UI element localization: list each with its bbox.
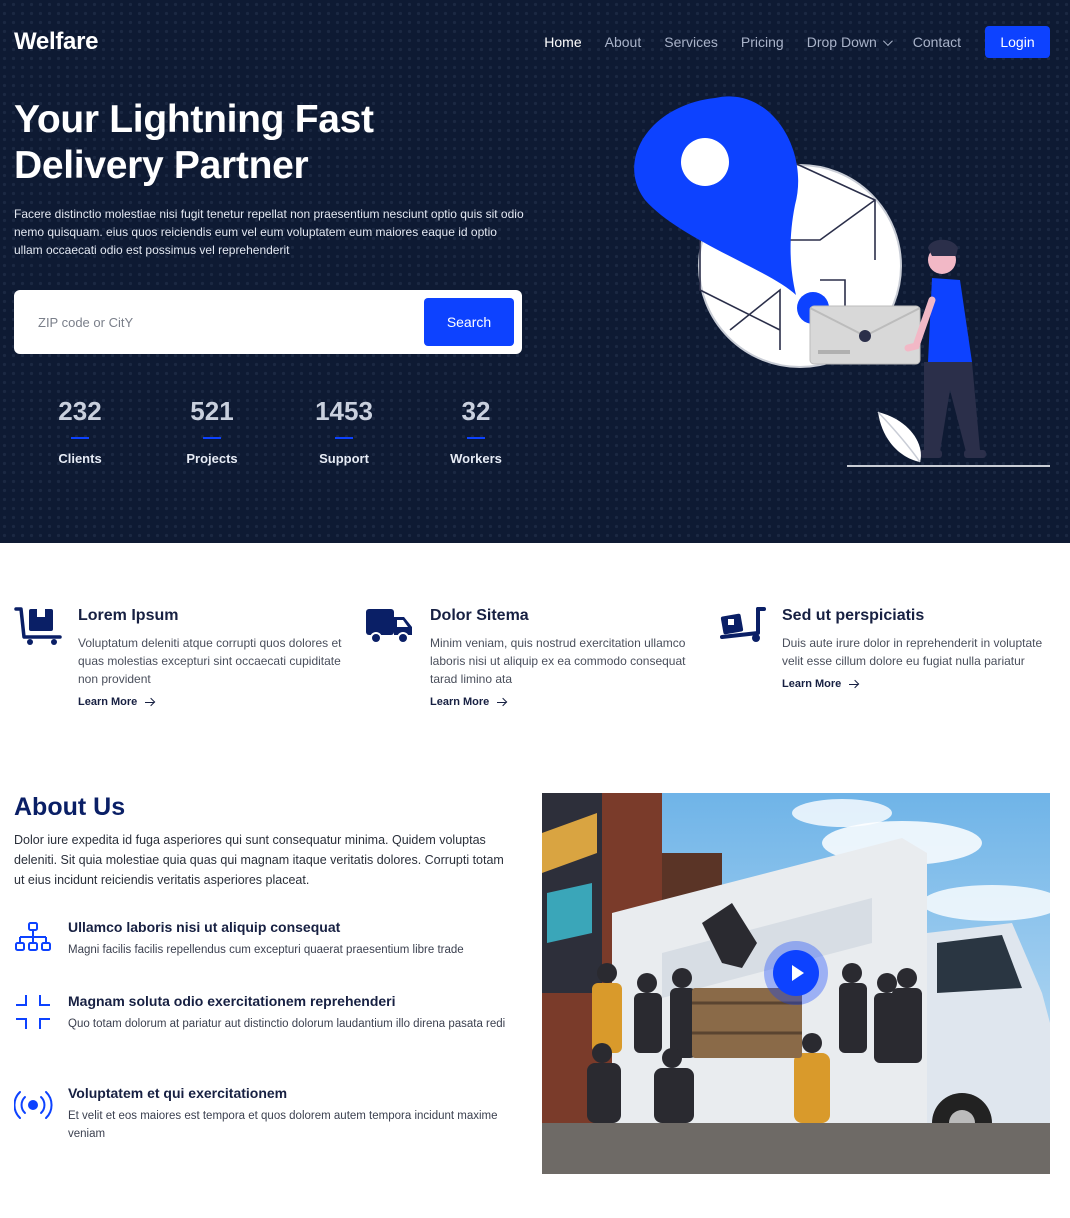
search-button[interactable]: Search [424, 298, 514, 346]
learn-more-label: Learn More [78, 696, 138, 708]
feature-title: Ullamco laboris nisi ut aliquip consequa… [68, 919, 341, 935]
arrow-right-icon [145, 697, 155, 707]
stat-item: 232 Clients [14, 396, 146, 466]
stat-item: 1453 Support [278, 396, 410, 466]
learn-more-label: Learn More [782, 678, 842, 690]
feature-title: Magnam soluta odio exercitationem repreh… [68, 993, 396, 1009]
nav-item-home[interactable]: Home [544, 34, 581, 50]
hero-section: Welfare Home About Services Pricing Drop… [0, 0, 1070, 543]
about-description: Dolor iure expedita id fuga asperiores q… [14, 833, 504, 887]
stat-item: 32 Workers [410, 396, 542, 466]
service-title: Dolor Sitema [430, 607, 529, 624]
stat-divider [335, 437, 353, 439]
learn-more-link[interactable]: Learn More [782, 678, 859, 690]
search-box: Search [14, 290, 522, 354]
stat-label: Support [319, 451, 369, 466]
truck-icon [366, 609, 412, 644]
cart-boxes-icon [14, 607, 62, 645]
stat-divider [467, 437, 485, 439]
about-video-thumbnail[interactable] [542, 793, 1050, 1174]
stats-row: 232 Clients 521 Projects 1453 Support 32… [14, 396, 542, 466]
service-text: Voluptatum deleniti atque corrupti quos … [78, 636, 342, 686]
feature-text: Quo totam dolorum at pariatur aut distin… [68, 1018, 506, 1030]
hand-truck-icon [720, 607, 766, 642]
nav-item-about[interactable]: About [605, 34, 642, 50]
feature-text: Et velit et eos maiores est tempora et q… [68, 1110, 498, 1140]
stat-label: Projects [186, 451, 238, 466]
nav-item-dropdown-label: Drop Down [806, 34, 877, 50]
stat-value: 1453 [315, 396, 373, 426]
services-section: Lorem Ipsum Voluptatum deleniti atque co… [0, 543, 1070, 773]
main-nav: Home About Services Pricing Drop Down Co… [521, 26, 1050, 58]
nav-item-pricing[interactable]: Pricing [741, 34, 784, 50]
login-button[interactable]: Login [985, 26, 1050, 58]
stat-divider [203, 437, 221, 439]
about-section: About Us Dolor iure expedita id fuga asp… [0, 773, 1070, 1218]
feature-body: Magnam soluta odio exercitationem repreh… [68, 993, 518, 1033]
broadcast-icon [14, 1091, 53, 1119]
nav-item-dropdown[interactable]: Drop Down [806, 34, 893, 50]
service-text: Duis aute irure dolor in reprehenderit i… [782, 636, 1043, 668]
stat-divider [71, 437, 89, 439]
arrow-right-icon [849, 679, 859, 689]
nav-item-services[interactable]: Services [664, 34, 718, 50]
diagram-icon [15, 922, 51, 951]
stat-label: Clients [58, 451, 102, 466]
about-title: About Us [14, 793, 126, 821]
service-title: Sed ut perspiciatis [782, 607, 925, 624]
hero-description: Facere distinctio molestiae nisi fugit t… [14, 207, 524, 257]
stat-value: 232 [58, 396, 102, 426]
service-text: Minim veniam, quis nostrud exercitation … [430, 636, 686, 686]
learn-more-label: Learn More [430, 696, 490, 708]
service-title: Lorem Ipsum [78, 607, 179, 624]
play-button[interactable] [773, 950, 819, 996]
stat-label: Workers [450, 451, 502, 466]
learn-more-link[interactable]: Learn More [430, 696, 507, 708]
search-input[interactable] [30, 304, 410, 340]
learn-more-link[interactable]: Learn More [78, 696, 155, 708]
stat-item: 521 Projects [146, 396, 278, 466]
service-body: Sed ut perspiciatis Duis aute irure dolo… [782, 605, 1062, 692]
focus-icon [16, 995, 50, 1029]
stat-value: 521 [190, 396, 234, 426]
feature-body: Ullamco laboris nisi ut aliquip consequa… [68, 919, 518, 959]
arrow-right-icon [497, 697, 507, 707]
service-body: Lorem Ipsum Voluptatum deleniti atque co… [78, 605, 358, 710]
nav-item-contact[interactable]: Contact [913, 34, 961, 50]
hero-title: Your Lightning Fast Delivery Partner [14, 98, 374, 187]
feature-body: Voluptatem et qui exercitationem Et veli… [68, 1085, 518, 1143]
stat-value: 32 [461, 396, 491, 426]
chevron-down-icon [882, 35, 893, 46]
delivery-illustration [634, 96, 1050, 467]
service-body: Dolor Sitema Minim veniam, quis nostrud … [430, 605, 710, 710]
feature-text: Magni facilis facilis repellendus cum ex… [68, 944, 464, 956]
feature-title: Voluptatem et qui exercitationem [68, 1085, 288, 1101]
navbar: Welfare Home About Services Pricing Drop… [14, 26, 1050, 58]
logo[interactable]: Welfare [14, 28, 98, 56]
